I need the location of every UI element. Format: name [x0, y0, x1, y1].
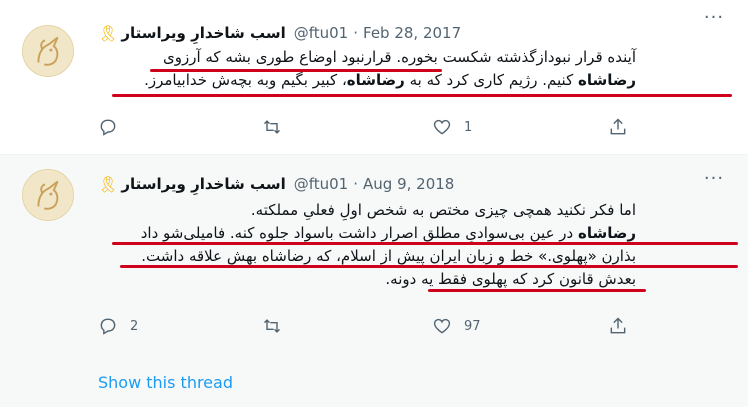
like-count: 1: [464, 119, 473, 135]
tweet-line: رضاشاه کنیم. رژیم کاری کرد که به رضاشاه،…: [144, 71, 636, 89]
retweet-icon: [263, 120, 281, 134]
tweet-date[interactable]: Aug 9, 2018: [363, 175, 454, 193]
author-handle[interactable]: @ftu01: [294, 175, 349, 193]
heart-icon: [433, 119, 451, 135]
reply-count: 2: [130, 318, 139, 334]
annotation-underline: [112, 242, 738, 245]
tweet-line: اما فکر نکنید همچی چیزی مختص به شخص اولِ…: [250, 201, 636, 219]
tweet-line: آینده قرار نبودازگذشته شکست بخوره. قرارن…: [162, 48, 636, 66]
bold-text: رضاشاه: [577, 224, 636, 242]
unicorn-logo-icon: [23, 26, 73, 76]
avatar[interactable]: [22, 25, 74, 77]
show-thread-link[interactable]: Show this thread: [98, 373, 233, 392]
unicorn-logo-icon: [23, 170, 73, 220]
separator-dot: ·: [353, 24, 359, 42]
share-button[interactable]: [608, 117, 628, 137]
reply-icon: [100, 318, 116, 335]
bold-text: رضاشاه: [346, 71, 405, 89]
avatar[interactable]: [22, 169, 74, 221]
separator-dot: ·: [353, 175, 359, 193]
author-handle[interactable]: @ftu01: [294, 24, 349, 42]
annotation-underline: [428, 289, 646, 292]
annotation-underline: [120, 265, 738, 268]
tweet[interactable]: 🎗 اسب شاخدارِ ویراستار @ftu01 · Feb 28, …: [0, 0, 748, 155]
annotation-underline: [150, 69, 442, 72]
tweet[interactable]: 🎗 اسب شاخدارِ ویراستار @ftu01 · Aug 9, 2…: [0, 155, 748, 407]
tweet-line: بعدش قانون کرد که پهلوی فقط یه دونه.: [385, 270, 636, 288]
tweet-text: اما فکر نکنید همچی چیزی مختص به شخص اولِ…: [96, 199, 636, 291]
like-button[interactable]: 1: [432, 117, 472, 137]
reply-button[interactable]: 2: [98, 316, 138, 336]
reply-icon: [100, 119, 116, 136]
yellow-ribbon-icon: 🎗: [98, 23, 119, 43]
like-button[interactable]: 97: [432, 316, 481, 336]
reply-button[interactable]: [98, 117, 130, 137]
share-button[interactable]: [608, 316, 628, 336]
retweet-icon: [263, 319, 281, 333]
more-options-icon[interactable]: ···: [702, 170, 726, 193]
heart-icon: [433, 318, 451, 334]
tweet-actions: 1: [98, 116, 638, 138]
author-name[interactable]: اسب شاخدارِ ویراستار: [121, 24, 285, 42]
annotation-underline: [112, 94, 732, 97]
retweet-button[interactable]: [262, 117, 294, 137]
more-options-icon[interactable]: ···: [702, 9, 726, 32]
like-count: 97: [464, 318, 481, 334]
bold-text: رضاشاه: [577, 71, 636, 89]
share-icon: [610, 317, 626, 334]
retweet-button[interactable]: [262, 316, 294, 336]
tweet-header: 🎗 اسب شاخدارِ ویراستار @ftu01 · Aug 9, 2…: [98, 173, 454, 195]
yellow-ribbon-icon: 🎗: [98, 174, 119, 194]
tweet-date[interactable]: Feb 28, 2017: [363, 24, 461, 42]
share-icon: [610, 118, 626, 135]
tweet-header: 🎗 اسب شاخدارِ ویراستار @ftu01 · Feb 28, …: [98, 22, 461, 44]
tweet-actions: 2 97: [98, 315, 638, 337]
author-name[interactable]: اسب شاخدارِ ویراستار: [121, 175, 285, 193]
